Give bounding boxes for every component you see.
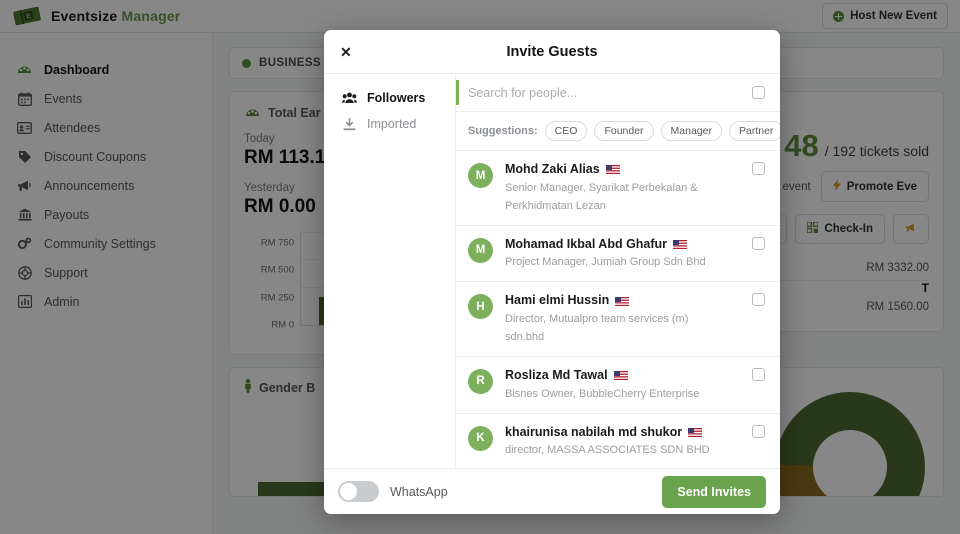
list-item[interactable]: R Rosliza Md Tawal Bisnes Owner, BubbleC… [456,357,780,414]
tab-label: Imported [367,117,417,131]
modal-footer: WhatsApp Send Invites [324,468,780,514]
person-info: Hami elmi Hussin Director, Mutualpro tea… [493,293,736,345]
avatar: K [468,425,493,451]
person-name-row: Hami elmi Hussin [505,293,728,309]
select-all-checkbox[interactable] [751,86,765,99]
person-checkbox-cell[interactable] [736,367,780,381]
person-role: director, MASSA ASSOCIATES SDN BHD [505,444,710,457]
person-checkbox[interactable] [751,367,765,381]
list-item[interactable]: M Mohamad Ikbal Abd Ghafur Project Manag… [456,226,780,283]
followers-icon [341,92,357,104]
avatar: R [468,368,493,394]
avatar: H [468,294,493,320]
person-role: Bisnes Owner, BubbleCherry Enterprise [505,387,700,400]
flag-us-icon [673,239,688,249]
person-name: Rosliza Md Tawal [505,367,608,382]
person-checkbox-cell[interactable] [736,162,780,175]
person-info: Mohd Zaki Alias Senior Manager, Syarikat… [493,162,736,214]
flag-us-icon [688,427,703,437]
download-icon [341,117,357,131]
select-all-cell[interactable] [736,86,780,99]
tab-followers[interactable]: Followers [324,85,455,111]
person-checkbox-cell[interactable] [736,293,780,307]
avatar: M [468,163,493,188]
person-info: Mohamad Ikbal Abd Ghafur Project Manager… [493,237,736,271]
person-name-row: khairunisa nabilah md shukor [505,425,728,441]
close-icon[interactable]: ✕ [340,45,352,59]
suggestion-chip-manager[interactable]: Manager [660,121,722,141]
suggestion-chip-ceo[interactable]: CEO [544,121,588,141]
person-name: khairunisa nabilah md shukor [505,424,683,439]
people-list[interactable]: M Mohd Zaki Alias Senior Manager, Syarik… [456,151,780,468]
invite-guests-modal: ✕ Invite Guests Followers Imported Searc… [324,30,780,514]
person-name: Mohd Zaki Alias [505,162,600,176]
person-checkbox[interactable] [751,293,765,307]
person-info: Rosliza Md Tawal Bisnes Owner, BubbleChe… [493,368,736,402]
person-role: Project Manager, Jumiah Group Sdn Bhd [505,256,706,269]
tab-label: Followers [367,91,426,105]
suggestions-row: Suggestions: CEO Founder Manager Partner [456,112,780,151]
person-role: Director, Mutualpro team services (m) sd… [505,312,689,343]
whatsapp-label: WhatsApp [390,484,448,499]
person-role: Senior Manager, Syarikat Perbekalan & Pe… [505,181,698,212]
person-checkbox-cell[interactable] [736,236,780,250]
list-item[interactable]: H Hami elmi Hussin Director, Mutualpro t… [456,282,780,357]
search-input[interactable] [456,85,736,100]
suggestion-chip-founder[interactable]: Founder [594,121,654,141]
person-name-row: Mohamad Ikbal Abd Ghafur [505,237,728,253]
flag-us-icon [613,371,628,381]
list-item[interactable]: M Mohd Zaki Alias Senior Manager, Syarik… [456,151,780,226]
person-checkbox[interactable] [751,236,765,250]
modal-body: Followers Imported Search for people... … [324,74,780,468]
avatar: M [468,237,493,263]
app-root: E Eventsize Manager Host New Event Dashb… [0,0,960,534]
send-invites-button[interactable]: Send Invites [662,475,766,508]
modal-header: ✕ Invite Guests [324,30,780,74]
person-info: khairunisa nabilah md shukor director, M… [493,425,736,459]
toggle-knob [340,483,357,500]
search-row [456,74,780,112]
person-name: Mohamad Ikbal Abd Ghafur [505,236,668,251]
flag-us-icon [615,296,630,306]
flag-us-icon [605,165,620,175]
search-accent-bar [456,80,459,105]
person-checkbox-cell[interactable] [736,424,780,438]
person-name-row: Mohd Zaki Alias [505,162,728,178]
person-name-row: Rosliza Md Tawal [505,368,728,384]
list-item[interactable]: K khairunisa nabilah md shukor director,… [456,414,780,469]
whatsapp-toggle[interactable] [338,481,379,502]
modal-tab-list: Followers Imported [324,74,456,468]
person-checkbox[interactable] [751,162,765,175]
suggestion-chip-partner[interactable]: Partner [729,121,780,141]
modal-main-panel: Suggestions: CEO Founder Manager Partner… [456,74,780,468]
person-checkbox[interactable] [751,424,765,438]
person-name: Hami elmi Hussin [505,293,610,308]
tab-imported[interactable]: Imported [324,111,455,137]
suggestions-label: Suggestions: [468,125,538,137]
modal-title: Invite Guests [506,43,598,60]
